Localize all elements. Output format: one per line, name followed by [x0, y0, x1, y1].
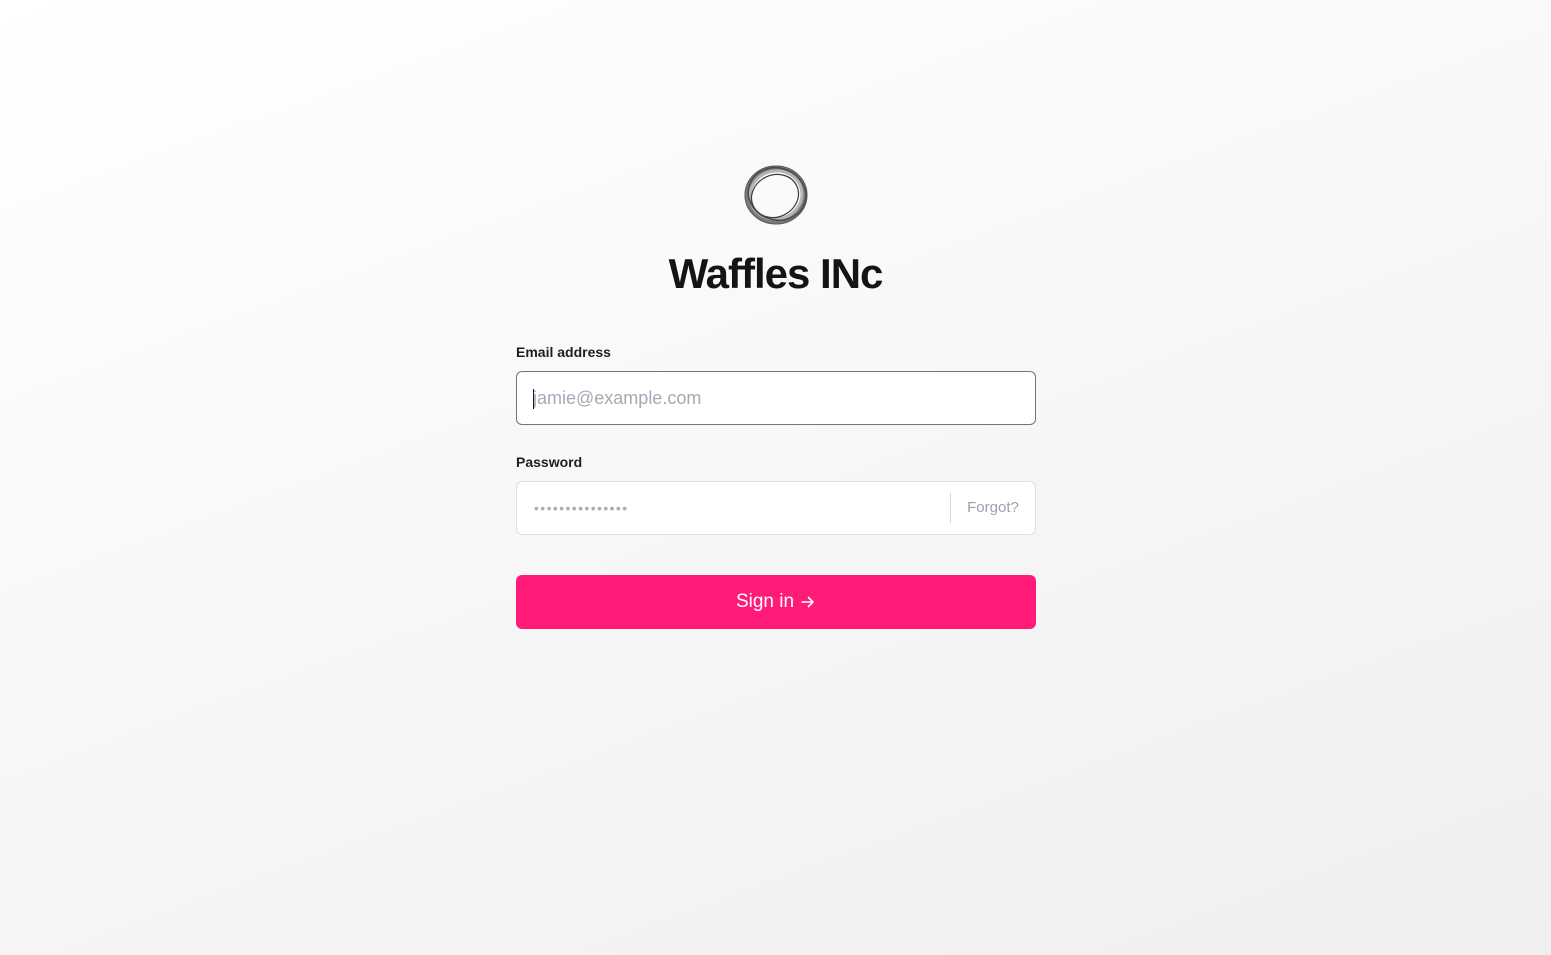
arrow-right-icon: [800, 594, 816, 610]
password-label: Password: [516, 454, 583, 470]
email-field-wrapper: [516, 371, 1036, 425]
sign-in-form: Email address Password ••••••••••••••• F…: [516, 340, 1036, 629]
email-field[interactable]: [517, 372, 1035, 424]
forgot-password-link[interactable]: Forgot?: [951, 482, 1035, 534]
brand-logo-icon: [743, 164, 809, 226]
page-title: Waffles INc: [668, 250, 884, 297]
text-caret: [533, 389, 534, 409]
sign-in-label: Sign in: [735, 591, 795, 612]
password-field-wrapper: ••••••••••••••• Forgot?: [516, 481, 1036, 535]
password-field[interactable]: •••••••••••••••: [517, 482, 950, 534]
email-label: Email address: [516, 344, 611, 360]
sign-in-button[interactable]: Sign in: [516, 575, 1036, 629]
